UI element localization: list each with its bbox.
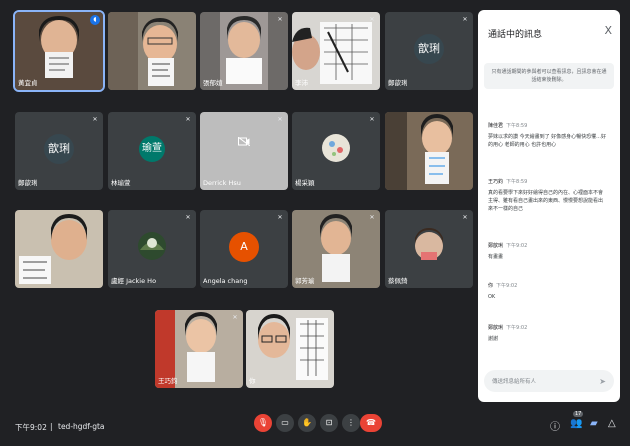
people-icon[interactable]: 👥 bbox=[570, 418, 582, 429]
video-tile[interactable]: ✕ 張郁媗 bbox=[200, 12, 288, 90]
participant-video bbox=[15, 210, 103, 288]
message-text: 謝謝 bbox=[488, 336, 499, 342]
mic-off-icon: ✕ bbox=[277, 116, 283, 123]
mic-off-icon: ✕ bbox=[232, 314, 238, 321]
activities-icon[interactable]: △ bbox=[608, 418, 616, 429]
video-tile[interactable]: ◖ 黃宜貞 bbox=[13, 10, 105, 92]
chat-input[interactable]: 傳送訊息給所有人 bbox=[484, 370, 614, 392]
message-time: 下午8:59 bbox=[506, 179, 528, 185]
participant-name: 楊采穎 bbox=[295, 179, 315, 187]
video-tile[interactable] bbox=[108, 12, 196, 90]
message-text: OK bbox=[488, 294, 496, 300]
message-text: 夢妹以求的讚 今天繪畫到了 好像感身心暢快恐懼...好的用心 老師的用心 也許也… bbox=[488, 134, 606, 148]
video-tile-self[interactable]: 你 bbox=[246, 310, 334, 388]
chat-title: 通話中的訊息 bbox=[488, 30, 543, 40]
avatar: 歆琍 bbox=[414, 34, 444, 64]
message-sender: 鄭歆琍 bbox=[488, 325, 504, 331]
mic-off-icon: ✕ bbox=[185, 214, 191, 221]
participant-name: 王巧鈞 bbox=[158, 377, 178, 385]
camera-toggle-button[interactable]: ▭ bbox=[276, 414, 294, 432]
self-video bbox=[246, 310, 334, 388]
chat-message: 鄭歆琍 下午9:02 謝謝 bbox=[488, 324, 606, 343]
mic-off-icon: ✕ bbox=[277, 16, 283, 23]
separator: | bbox=[50, 422, 53, 431]
mic-toggle-button[interactable]: 🎙 bbox=[254, 414, 272, 432]
message-sender: 鄭歆琍 bbox=[488, 243, 504, 249]
participant-video bbox=[385, 112, 473, 190]
message-text: 真的看要學下來好好繪得自己的內在、心裡面本不會主得、雖有看自己畫出來的東西、慢慢… bbox=[488, 190, 604, 212]
raise-hand-button[interactable]: ✋ bbox=[298, 414, 316, 432]
participants-count-badge: 17 bbox=[573, 411, 584, 417]
mic-off-icon: ✕ bbox=[185, 116, 191, 123]
participant-name: 林瑜萱 bbox=[111, 179, 131, 187]
participant-video bbox=[108, 12, 196, 90]
mic-off-icon: ✕ bbox=[369, 16, 375, 23]
mic-off-icon: ✕ bbox=[92, 116, 98, 123]
message-sender: 你 bbox=[488, 283, 494, 289]
message-sender: 王巧鈞 bbox=[488, 179, 504, 185]
participant-name: 鄭歆琍 bbox=[388, 79, 408, 87]
avatar: A bbox=[229, 232, 259, 262]
mic-off-icon: ✕ bbox=[462, 16, 468, 23]
message-sender: 陳佳君 bbox=[488, 123, 504, 129]
avatar: 歆琍 bbox=[44, 134, 74, 164]
participant-name: Angela chang bbox=[203, 277, 248, 285]
video-tile[interactable] bbox=[15, 210, 103, 288]
video-tile[interactable]: ✕ Derrick Hsu bbox=[200, 112, 288, 190]
video-tile[interactable]: ✕ 李沛 bbox=[292, 12, 380, 90]
chat-message: 你下午9:02 OK bbox=[488, 282, 606, 301]
message-text: 有畫畫 bbox=[488, 254, 504, 260]
participant-name: 蔡佩錡 bbox=[388, 277, 408, 285]
participant-name: 鄭歆琍 bbox=[18, 179, 38, 187]
participant-name: 盧經 Jackie Ho bbox=[111, 277, 157, 285]
mic-off-icon: ✕ bbox=[462, 214, 468, 221]
participant-name: 黃宜貞 bbox=[18, 79, 38, 87]
chat-icon[interactable]: ▰ bbox=[590, 418, 598, 429]
leave-call-button[interactable]: ☎ bbox=[360, 414, 382, 432]
video-tile[interactable]: A ✕ Angela chang bbox=[200, 210, 288, 288]
video-tile[interactable] bbox=[385, 112, 473, 190]
mic-off-icon: ✕ bbox=[369, 214, 375, 221]
video-tile[interactable]: 歆琍 ✕ 鄭歆琍 bbox=[15, 112, 103, 190]
video-tile[interactable]: ✕ 蔡佩錡 bbox=[385, 210, 473, 288]
video-tile[interactable]: ✕ 楊采穎 bbox=[292, 112, 380, 190]
video-tile[interactable]: 瑜萱 ✕ 林瑜萱 bbox=[108, 112, 196, 190]
avatar: 瑜萱 bbox=[139, 136, 165, 162]
speaking-icon: ◖ bbox=[90, 15, 100, 25]
video-tile[interactable]: 歆琍 ✕ 鄭歆琍 bbox=[385, 12, 473, 90]
message-time: 下午9:02 bbox=[506, 243, 528, 249]
camera-off-icon bbox=[238, 137, 250, 146]
message-time: 下午9:02 bbox=[506, 325, 528, 331]
participant-name: 郭芳瑜 bbox=[295, 277, 315, 285]
message-time: 下午9:02 bbox=[496, 283, 518, 289]
participant-name: 你 bbox=[249, 377, 256, 385]
chat-message: 鄭歆琍 下午9:02 有畫畫 bbox=[488, 242, 606, 261]
participant-name: 張郁媗 bbox=[203, 79, 223, 87]
message-time: 下午8:59 bbox=[506, 123, 528, 129]
chat-message: 陳佳君 下午8:59 夢妹以求的讚 今天繪畫到了 好像感身心暢快恐懼...好的用心… bbox=[488, 122, 606, 149]
mic-off-icon: ✕ bbox=[369, 116, 375, 123]
send-icon[interactable]: ➤ bbox=[599, 377, 606, 386]
meeting-time: 下午9:02 bbox=[15, 423, 47, 432]
chat-message: 王巧鈞 下午8:59 真的看要學下來好好繪得自己的內在、心裡面本不會主得、雖有看自… bbox=[488, 178, 606, 213]
more-options-button[interactable]: ⋮ bbox=[342, 414, 360, 432]
video-tile[interactable]: ✕ 王巧鈞 bbox=[155, 310, 243, 388]
video-tile[interactable]: ✕ 郭芳瑜 bbox=[292, 210, 380, 288]
video-tile[interactable]: ✕ 盧經 Jackie Ho bbox=[108, 210, 196, 288]
participant-name: Derrick Hsu bbox=[203, 179, 241, 187]
info-icon[interactable]: ⓘ bbox=[550, 418, 560, 433]
chat-panel: 通話中的訊息 X 只有通話期間的參與者可以查看訊息，且訊息會在通話結束後刪除。 … bbox=[478, 10, 620, 402]
participant-name: 李沛 bbox=[295, 79, 308, 87]
present-button[interactable]: ⊡ bbox=[320, 414, 338, 432]
close-icon[interactable]: X bbox=[604, 24, 612, 37]
meeting-code: ted-hgdf-gta bbox=[58, 422, 105, 431]
mic-off-icon: ✕ bbox=[277, 214, 283, 221]
chat-notice: 只有通話期間的參與者可以查看訊息，且訊息會在通話結束後刪除。 bbox=[484, 63, 614, 89]
